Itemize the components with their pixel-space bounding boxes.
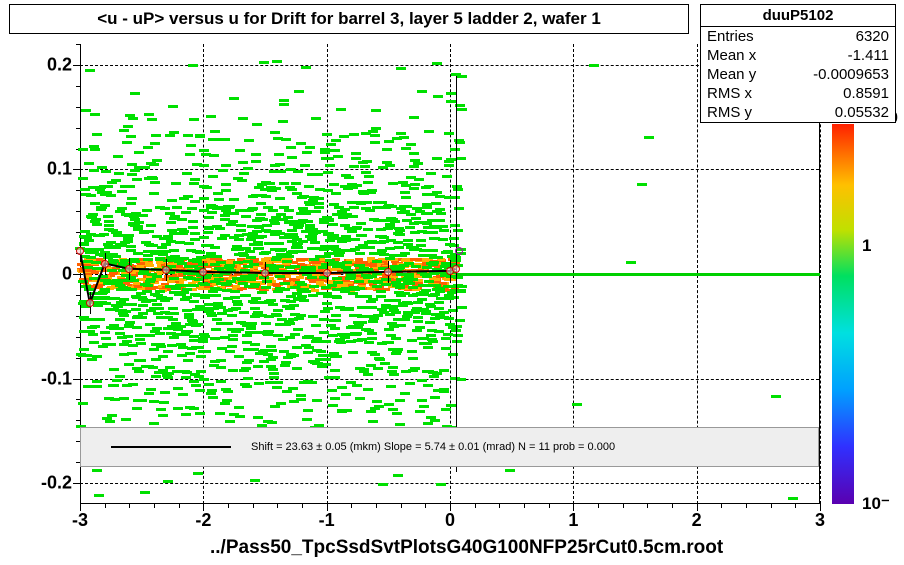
fit-marker — [323, 269, 331, 277]
stats-row: Mean x-1.411 — [701, 46, 895, 65]
x-tick-label: 3 — [815, 510, 825, 531]
colorbar-tick-label: 10⁻ — [862, 494, 890, 514]
x-tick-label: -3 — [72, 510, 88, 531]
y-tick-label: -0.1 — [41, 368, 72, 389]
stats-box: duuP5102 Entries6320 Mean x-1.411 Mean y… — [700, 4, 896, 123]
stats-row: RMS x0.8591 — [701, 84, 895, 103]
x-tick-label: 2 — [692, 510, 702, 531]
x-tick-label: -2 — [195, 510, 211, 531]
stats-row: Mean y-0.0009653 — [701, 65, 895, 84]
fit-marker — [76, 247, 84, 255]
x-tick-label: -1 — [319, 510, 335, 531]
fit-marker — [261, 269, 269, 277]
y-tick-label: 0.1 — [47, 159, 72, 180]
y-tick-label: 0.2 — [47, 54, 72, 75]
legend-line-icon — [111, 446, 231, 448]
green-band — [456, 273, 820, 276]
stats-row: RMS y0.05532 — [701, 103, 895, 122]
colorbar-tick-label: 1 — [862, 236, 871, 256]
stats-name: duuP5102 — [701, 5, 895, 27]
stats-row: Entries6320 — [701, 27, 895, 46]
file-path-label: ../Pass50_TpcSsdSvtPlotsG40G100NFP25rCut… — [210, 537, 723, 559]
x-tick-label: 1 — [568, 510, 578, 531]
legend-text: Shift = 23.63 ± 0.05 (mkm) Slope = 5.74 … — [251, 441, 615, 453]
fit-marker — [101, 260, 109, 268]
y-tick-label: 0 — [62, 264, 72, 285]
fit-legend: Shift = 23.63 ± 0.05 (mkm) Slope = 5.74 … — [80, 427, 819, 467]
y-tick-label: -0.2 — [41, 473, 72, 494]
chart-title: <u - uP> versus u for Drift for barrel 3… — [9, 4, 689, 34]
fit-marker — [452, 265, 460, 273]
x-tick-label: 0 — [445, 510, 455, 531]
colorbar: 10⁻1 — [832, 124, 854, 504]
